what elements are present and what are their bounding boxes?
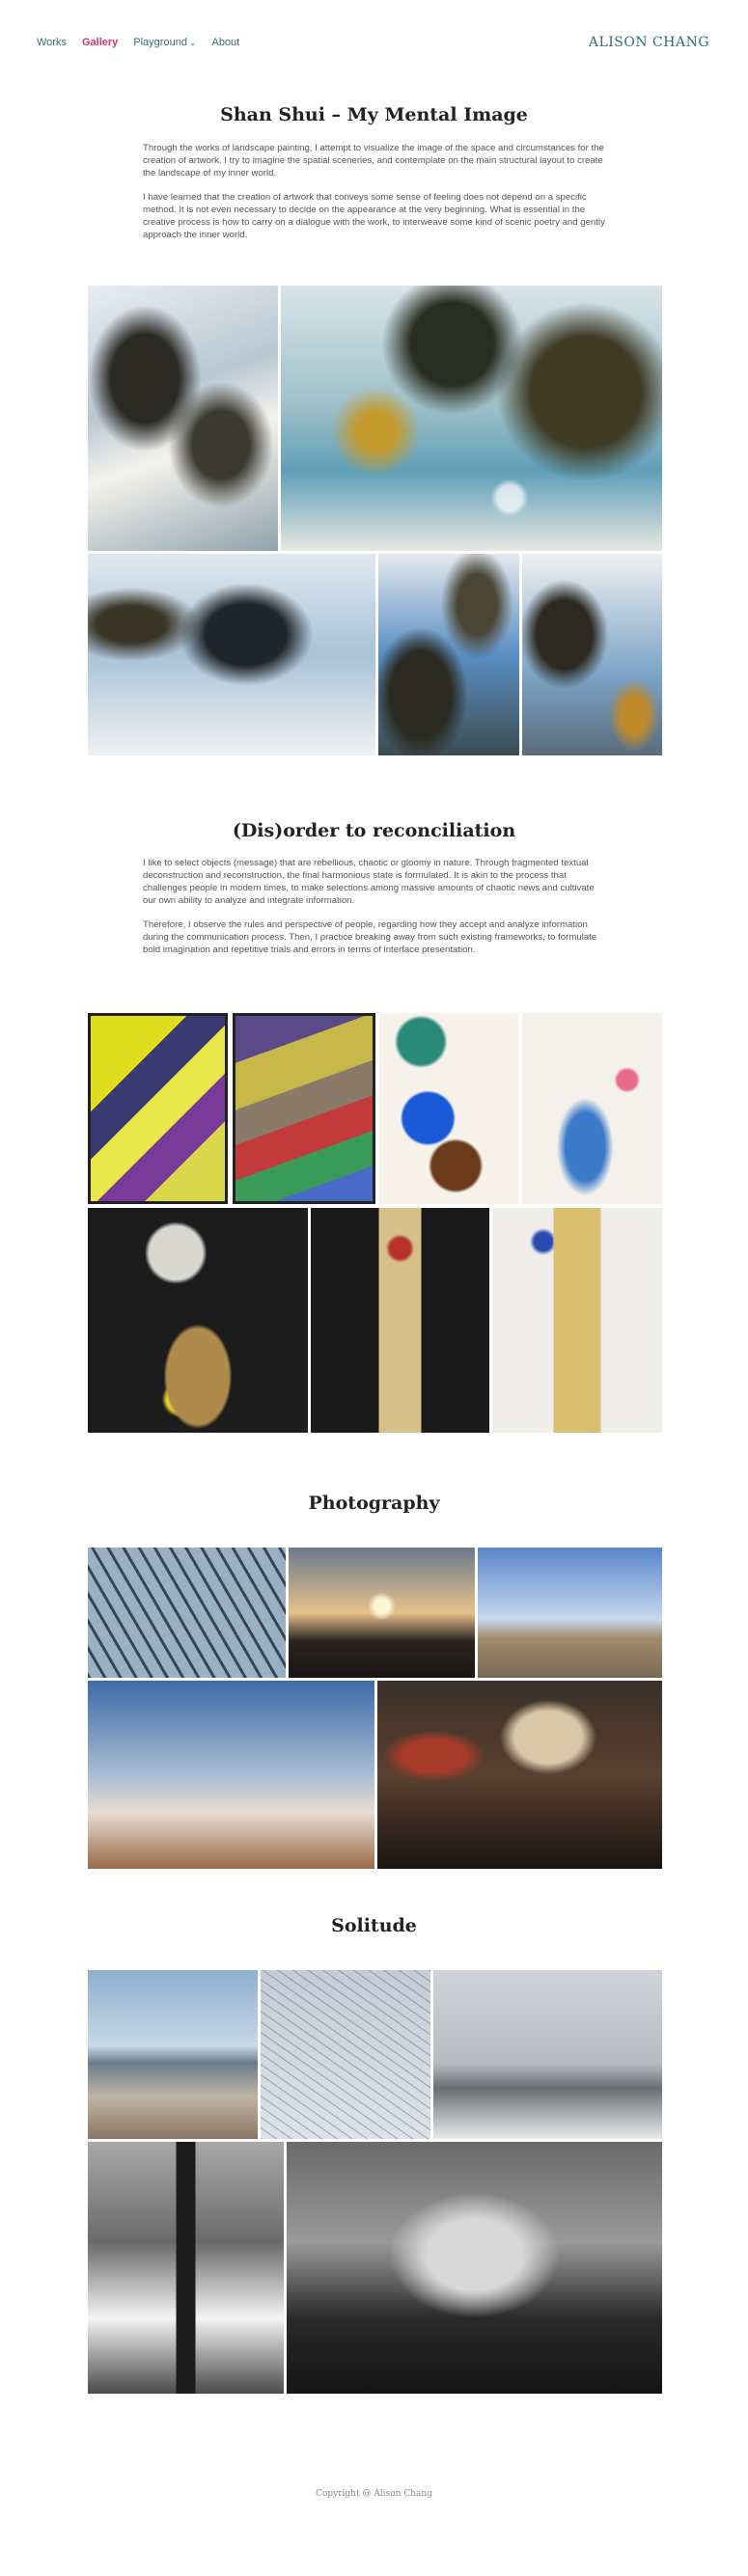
- painting-image[interactable]: [522, 554, 662, 755]
- sculpture-image[interactable]: [88, 1208, 308, 1433]
- main-nav: Works Gallery Playground ⌄ About: [37, 37, 239, 48]
- site-header: Works Gallery Playground ⌄ About ALISON C…: [0, 0, 748, 87]
- section-text: I like to select objects (message) that …: [143, 857, 606, 968]
- footer-copyright: Copyright @ Alison Chang: [316, 2489, 432, 2499]
- photo-image[interactable]: [88, 1548, 286, 1678]
- photo-image[interactable]: [88, 1970, 258, 2139]
- section-disorder: (Dis)order to reconciliation: [0, 820, 748, 841]
- paragraph: I like to select objects (message) that …: [143, 858, 595, 906]
- photo-image[interactable]: [289, 1548, 475, 1678]
- photo-image[interactable]: [478, 1548, 662, 1678]
- collage-image[interactable]: [233, 1013, 375, 1204]
- gallery-photography: [88, 1548, 662, 1869]
- nav-playground-label: Playground: [133, 37, 187, 48]
- collage-image[interactable]: [522, 1013, 662, 1204]
- gallery-disorder: [88, 1013, 662, 1433]
- photo-image[interactable]: [261, 1970, 430, 2139]
- photo-image[interactable]: [88, 1681, 374, 1869]
- section-photography: Photography: [0, 1493, 748, 1514]
- gallery-shan-shui: [88, 286, 662, 755]
- painting-image[interactable]: [88, 286, 278, 551]
- painting-image[interactable]: [378, 554, 519, 755]
- paragraph: I have learned that the creation of artw…: [143, 192, 605, 240]
- site-brand[interactable]: ALISON CHANG: [589, 35, 709, 50]
- paragraph: Through the works of landscape painting,…: [143, 143, 604, 178]
- collage-image[interactable]: [88, 1013, 228, 1204]
- photo-image[interactable]: [433, 1970, 662, 2139]
- collage-image[interactable]: [379, 1013, 518, 1204]
- section-solitude: Solitude: [0, 1915, 748, 1936]
- section-title: Solitude: [331, 1915, 417, 1936]
- nav-playground[interactable]: Playground ⌄: [133, 37, 196, 48]
- photo-image[interactable]: [88, 2142, 284, 2394]
- gallery-solitude: [88, 1970, 662, 2394]
- nav-gallery[interactable]: Gallery: [82, 37, 118, 48]
- photo-image[interactable]: [377, 1681, 662, 1869]
- nav-works[interactable]: Works: [37, 37, 67, 48]
- photo-image[interactable]: [287, 2142, 662, 2394]
- nav-about[interactable]: About: [211, 37, 239, 48]
- section-title: Photography: [308, 1493, 440, 1514]
- section-shan-shui: Shan Shui – My Mental Image: [0, 104, 748, 125]
- painting-image[interactable]: [281, 286, 662, 551]
- section-title: Shan Shui – My Mental Image: [220, 104, 528, 125]
- painting-image[interactable]: [88, 554, 375, 755]
- chevron-down-icon: ⌄: [188, 38, 197, 47]
- paragraph: Therefore, I observe the rules and persp…: [143, 919, 597, 955]
- section-title: (Dis)order to reconciliation: [232, 820, 516, 841]
- sculpture-image[interactable]: [492, 1208, 662, 1433]
- sculpture-image[interactable]: [311, 1208, 489, 1433]
- section-text: Through the works of landscape painting,…: [143, 142, 606, 253]
